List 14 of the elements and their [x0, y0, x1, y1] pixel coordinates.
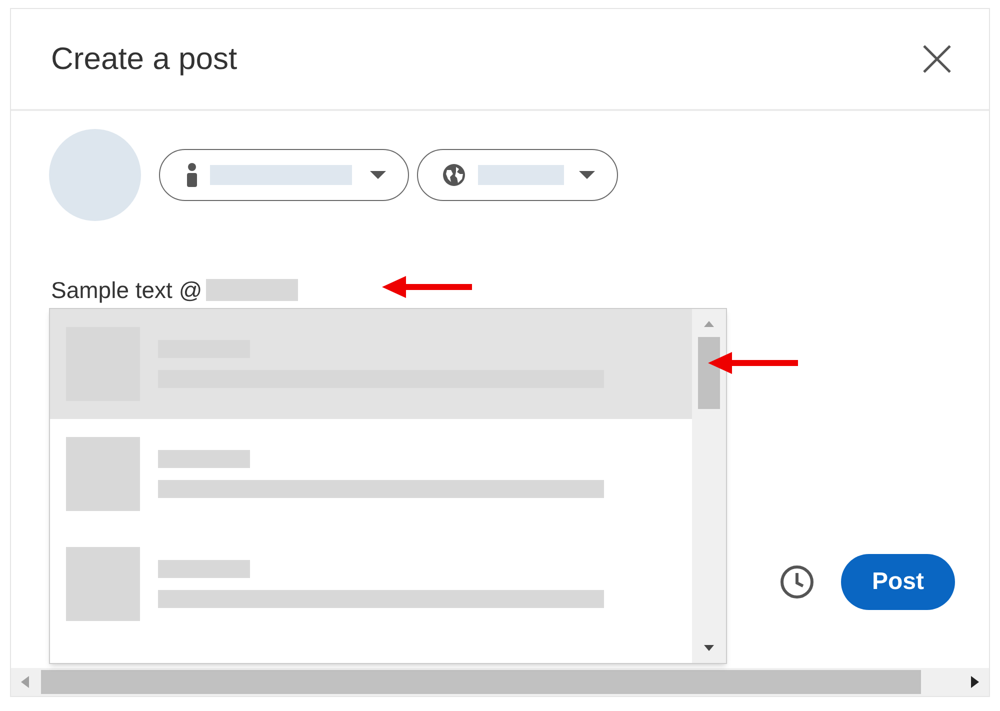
globe-icon	[442, 163, 466, 187]
visibility-selector[interactable]	[417, 149, 618, 201]
scrollbar-thumb[interactable]	[41, 670, 921, 694]
clock-icon[interactable]	[779, 564, 815, 600]
caret-icon	[370, 171, 386, 179]
horizontal-scrollbar[interactable]	[11, 668, 989, 696]
dialog-title: Create a post	[51, 40, 238, 78]
post-button[interactable]: Post	[841, 554, 955, 610]
author-selector[interactable]	[159, 149, 409, 201]
caret-icon	[579, 171, 595, 179]
person-icon	[186, 163, 198, 187]
scrollbar-thumb[interactable]	[698, 337, 720, 409]
post-text[interactable]: Sample text @	[51, 273, 202, 308]
vertical-scrollbar[interactable]	[692, 309, 726, 663]
